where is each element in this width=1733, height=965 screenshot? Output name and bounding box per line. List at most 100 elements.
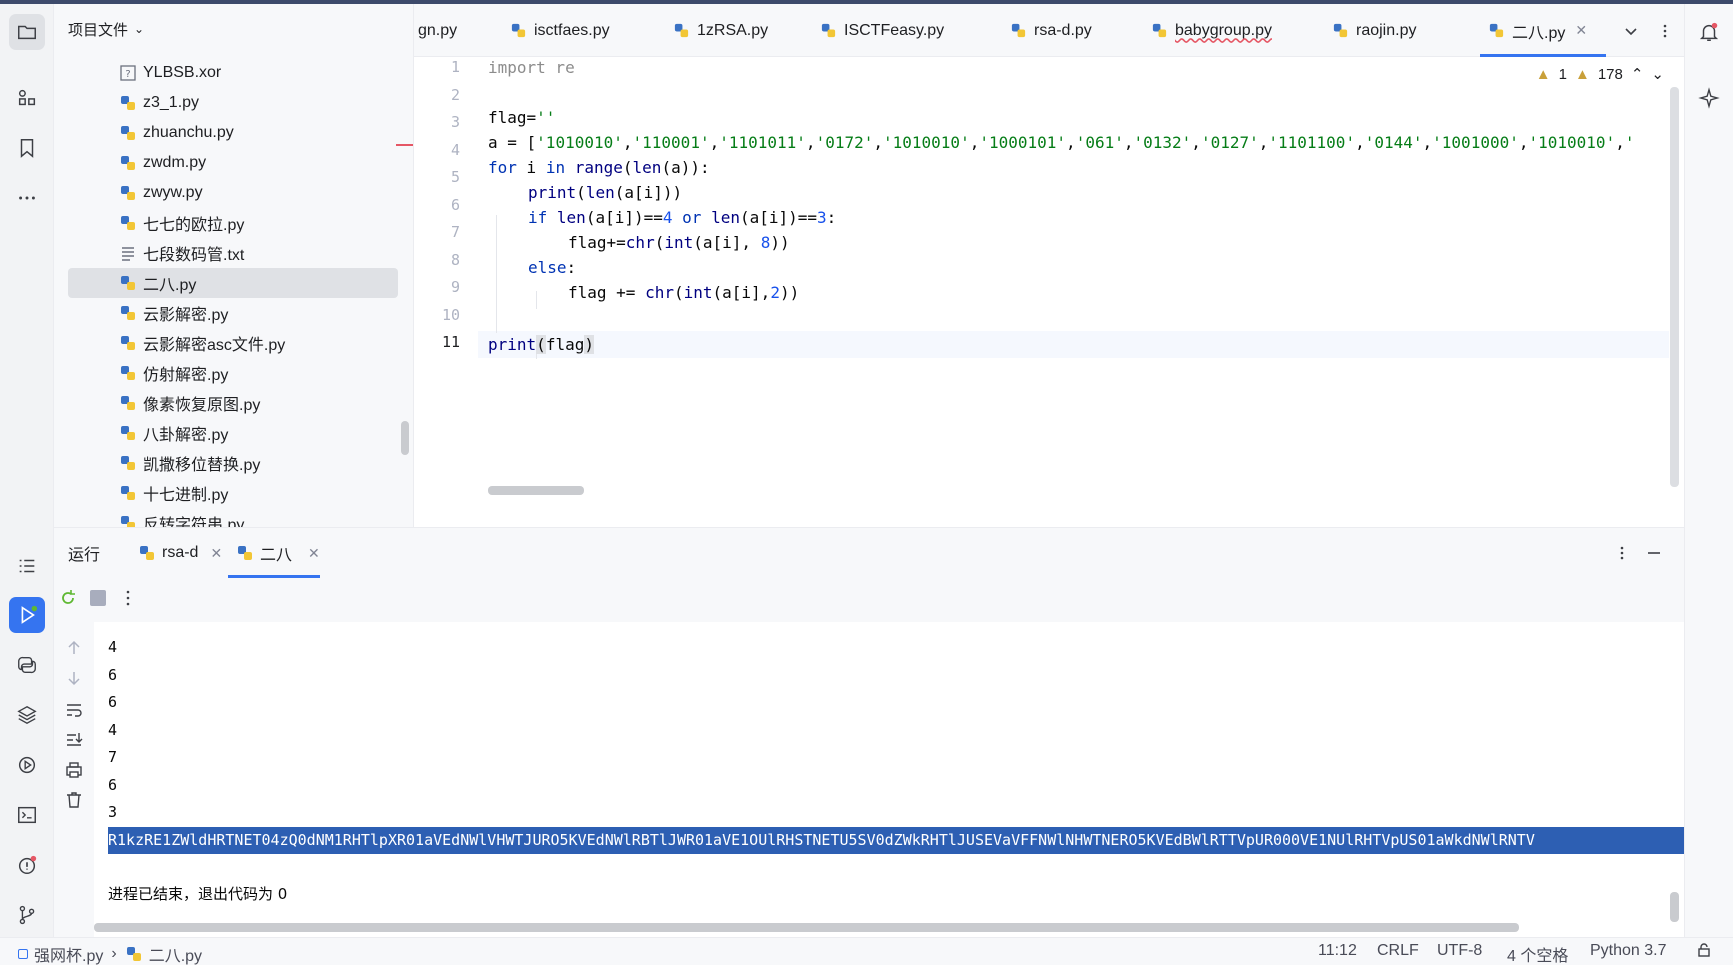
run-tab-rsa-d[interactable]: rsa-d ✕ [138,528,222,578]
stop-icon[interactable] [90,590,106,606]
scroll-to-end-icon[interactable] [64,730,84,754]
structure-icon[interactable] [9,80,45,116]
editor-horizontal-scrollbar[interactable] [488,486,584,495]
soft-wrap-icon[interactable] [64,700,84,724]
console-side-toolbar [54,622,94,938]
editor-tab[interactable]: 1zRSA.py [673,4,768,57]
next-problem-chevron-icon[interactable]: ⌄ [1651,65,1664,83]
editor-tab[interactable]: ISCTFeasy.py [820,4,944,57]
lock-icon[interactable] [1696,942,1712,958]
notifications-bell-icon[interactable] [1691,14,1727,50]
console-horizontal-scrollbar[interactable] [94,923,1519,932]
tree-file-label: z3_1.py [143,94,200,111]
git-icon[interactable] [9,897,45,933]
run-panel-title: 运行 [68,547,101,564]
tree-file-item[interactable]: 像素恢复原图.py [68,388,398,418]
console-vertical-scrollbar[interactable] [1670,892,1679,922]
editor-tab[interactable]: rsa-d.py [1010,4,1092,57]
tree-file-item[interactable]: 凯撒移位替换.py [68,448,398,478]
more-tools-icon[interactable] [9,180,45,216]
editor-tab-bar: gn.py isctfaes.py 1zRSA.py ISCTFeasy.py rsa-… [414,4,1684,57]
editor-tab[interactable]: raojin.py [1332,4,1416,57]
indent-setting[interactable]: 4 个空格 [1507,942,1568,965]
close-icon[interactable]: ✕ [308,545,320,562]
project-scrollbar[interactable] [401,421,409,455]
tree-file-item[interactable]: 云影解密.py [68,298,398,328]
tree-file-item[interactable]: zwdm.py [68,148,398,178]
run-panel-options-icon[interactable] [1614,528,1630,578]
editor-tab-label: 二八.py [1512,24,1566,42]
tree-file-label: 云影解密asc文件.py [143,337,286,354]
tree-file-item[interactable]: 十七进制.py [68,478,398,508]
up-arrow-icon[interactable] [64,638,84,662]
editor-tab[interactable]: babygroup.py [1151,4,1272,57]
project-panel-header[interactable]: 项目文件 ⌄ [54,4,413,54]
file-encoding[interactable]: UTF-8 [1437,942,1482,960]
run-panel: 运行 rsa-d ✕ 二八 ✕ 4 6 6 4 7 6 3 R1kzRE1ZWl… [54,527,1684,938]
code-line-10: flag += chr(int(a[i],2)) [568,283,800,302]
close-icon[interactable]: ✕ [1575,22,1587,39]
weak-warning-count: 178 [1597,65,1623,83]
tree-file-item[interactable]: 二八.py [68,268,398,298]
tree-file-item[interactable]: 八卦解密.py [68,418,398,448]
tree-file-item[interactable]: 仿射解密.py [68,358,398,388]
project-panel: 项目文件 ⌄ ? YLBSB.xor z3_1.py zhuanchu.py zwdm.… [54,4,414,527]
editor-vertical-scrollbar[interactable] [1670,87,1679,487]
line-number: 5 [450,168,460,186]
python-file-icon [138,544,156,562]
breadcrumb[interactable]: 强网杯.py › 二八.py [18,942,202,965]
tree-file-label: 像素恢复原图.py [143,397,261,414]
line-number: 7 [450,223,460,241]
code-line-4: a = ['1010010','110001','1101011','0172'… [488,133,1635,152]
rerun-icon[interactable] [58,588,78,612]
unknown-file-icon: ? [119,64,137,82]
tree-file-item[interactable]: zwyw.py [68,178,398,208]
editor-tab-label: isctfaes.py [534,21,610,39]
terminal-icon[interactable] [9,797,45,833]
python-console-icon[interactable] [9,647,45,683]
python-packages-icon[interactable] [9,697,45,733]
trash-icon[interactable] [64,790,84,814]
tree-file-item[interactable]: ? YLBSB.xor [68,58,398,88]
down-arrow-icon[interactable] [64,668,84,692]
weak-warning-icon: ▲ [1574,65,1590,83]
console-output[interactable]: 4 6 6 4 7 6 3 R1kzRE1ZWldHRTNET04zQ0dNM1RHTlpX… [94,622,1684,938]
line-ending[interactable]: CRLF [1377,942,1419,960]
python-file-icon [119,484,137,502]
tabs-more-icon[interactable] [1657,4,1673,57]
todo-list-icon[interactable] [9,548,45,584]
tree-file-label: 八卦解密.py [143,427,229,444]
tabs-dropdown-chevron-icon[interactable] [1623,4,1639,57]
tree-file-item[interactable]: 反转字符串.py [68,508,398,527]
python-file-icon [119,94,137,112]
tree-file-item[interactable]: zhuanchu.py [68,118,398,148]
tree-file-item[interactable]: 云影解密asc文件.py [68,328,398,358]
tree-file-item[interactable]: 七段数码管.txt [68,238,398,268]
output-line: 6 [108,665,118,684]
tree-file-item[interactable]: z3_1.py [68,88,398,118]
editor-tab[interactable]: 二八.py ✕ [1480,4,1606,57]
code-line-3: flag='' [488,108,556,127]
caret-position[interactable]: 11:12 [1318,942,1357,960]
left-tool-strip [0,4,54,937]
minimize-icon[interactable] [1646,528,1662,578]
run-tool-icon[interactable] [9,597,45,633]
run-more-icon[interactable] [120,588,136,612]
editor-tab[interactable]: isctfaes.py [510,4,610,57]
print-icon[interactable] [64,760,84,784]
run-tab-erba[interactable]: 二八 ✕ [228,528,320,578]
project-module-icon [18,949,28,959]
project-folder-icon[interactable] [9,14,45,50]
problems-icon[interactable] [9,847,45,883]
code-editor[interactable]: 1 2 3 4 5 6 7 8 9 10 11 import re flag='' a = ['10… [414,57,1684,527]
chevron-down-icon[interactable]: ⌄ [134,22,144,36]
tree-file-item[interactable]: 七七的欧拉.py [68,208,398,238]
editor-tab[interactable]: gn.py [418,4,457,57]
python-interpreter[interactable]: Python 3.7 [1590,942,1667,960]
bookmarks-icon[interactable] [9,130,45,166]
previous-problem-chevron-icon[interactable]: ⌃ [1631,65,1644,83]
services-icon[interactable] [9,747,45,783]
inspection-widget[interactable]: ▲ 1 ▲ 178 ⌃ ⌄ [1536,65,1664,84]
close-icon[interactable]: ✕ [210,545,222,562]
ai-assistant-sparkle-icon[interactable] [1691,80,1727,116]
